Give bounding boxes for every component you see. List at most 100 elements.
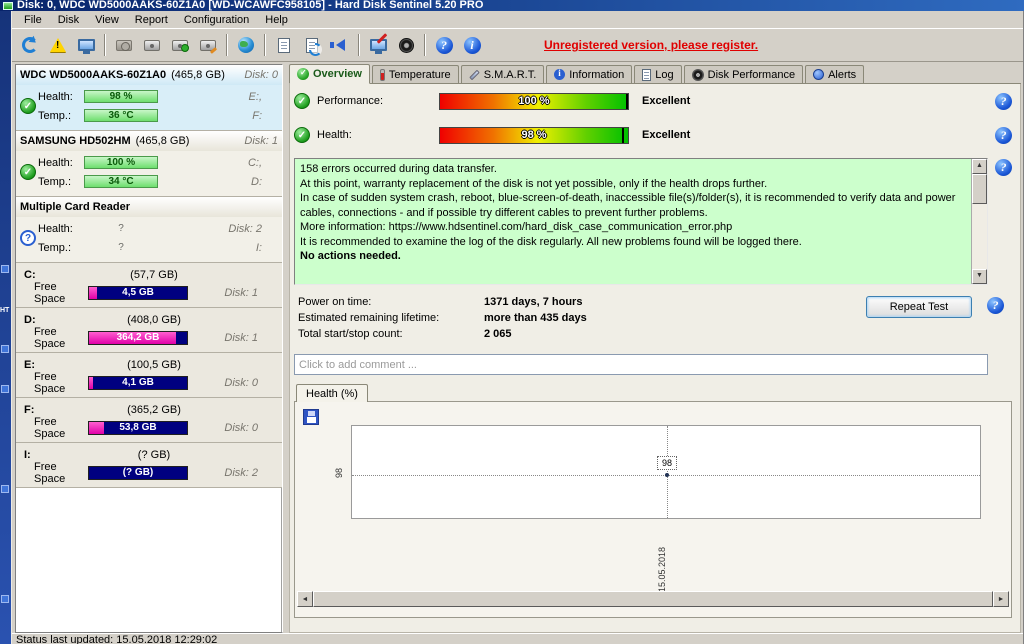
sound-button[interactable] [326, 32, 354, 59]
warning-button[interactable] [44, 32, 72, 59]
partition-item-i[interactable]: I: (? GB) Free Space (? GB) Disk: 2 [16, 443, 282, 488]
temp-label: Temp.: [36, 110, 78, 122]
refresh-report-button[interactable] [298, 32, 326, 59]
partition-letter: F: [20, 404, 90, 416]
desktop-icon[interactable] [1, 385, 9, 393]
scroll-track[interactable] [972, 204, 987, 269]
scroll-thumb[interactable] [972, 174, 987, 204]
refresh-icon [22, 37, 38, 53]
disk-name: WDC WD5000AAKS-60Z1A0 [20, 69, 166, 81]
tab-information[interactable]: Information [546, 65, 632, 83]
help-button[interactable] [430, 32, 458, 59]
desktop-icon[interactable] [1, 485, 9, 493]
power-on-time-value: 1371 days, 7 hours [484, 296, 582, 308]
unregistered-notice[interactable]: Unregistered version, please register. [544, 38, 758, 52]
tab-log[interactable]: Log [634, 65, 681, 83]
help-icon[interactable] [995, 127, 1012, 144]
scroll-up-button[interactable]: ▲ [972, 159, 987, 174]
vertical-scrollbar[interactable]: ▲ ▼ [971, 159, 987, 284]
menu-view[interactable]: View [87, 12, 127, 28]
menu-help[interactable]: Help [257, 12, 296, 28]
report-button[interactable] [270, 32, 298, 59]
tab-alerts[interactable]: Alerts [805, 65, 864, 83]
health-rating: Excellent [642, 129, 690, 141]
health-label: Health: [317, 129, 439, 141]
disk-name: Multiple Card Reader [20, 201, 130, 213]
help-icon[interactable] [995, 159, 1012, 176]
refresh-button[interactable] [16, 32, 44, 59]
disk-icon [692, 69, 704, 81]
disk-item-wdc[interactable]: WDC WD5000AAKS-60Z1A0 (465,8 GB) Disk: 0… [16, 65, 282, 131]
globe-icon [238, 37, 254, 53]
repeat-test-button[interactable]: Repeat Test [866, 296, 972, 318]
chart-data-point[interactable] [665, 473, 669, 477]
monitor-test-button[interactable] [72, 32, 100, 59]
partition-size: (? GB) [90, 449, 218, 461]
health-meter: 98 % [439, 127, 629, 144]
disk-item-samsung[interactable]: SAMSUNG HD502HM (465,8 GB) Disk: 1 Healt… [16, 131, 282, 197]
disk-performance-button[interactable] [392, 32, 420, 59]
scroll-left-button[interactable]: ◄ [297, 591, 313, 607]
free-space-bar: 53,8 GB [88, 421, 188, 435]
remaining-lifetime-value: more than 435 days [484, 312, 587, 324]
scroll-thumb[interactable] [313, 591, 993, 607]
menu-report[interactable]: Report [127, 12, 176, 28]
camera-button[interactable] [110, 32, 138, 59]
menu-disk[interactable]: Disk [50, 12, 87, 28]
drive-letters: I: [256, 242, 262, 254]
status-text-box: 158 errors occurred during data transfer… [294, 158, 988, 285]
help-icon[interactable] [987, 297, 1004, 314]
network-button[interactable] [232, 32, 260, 59]
check-icon [297, 68, 309, 80]
disk-check-button[interactable] [166, 32, 194, 59]
disk-icon [144, 40, 160, 51]
toolbar-separator [424, 34, 426, 56]
tab-disk-performance[interactable]: Disk Performance [684, 65, 803, 83]
window-titlebar[interactable]: Disk: 0, WDC WD5000AAKS-60Z1A0 [WD-WCAWF… [0, 0, 1024, 11]
health-row: Health: 98 % Excellent [294, 126, 1012, 144]
disk-sidebar: WDC WD5000AAKS-60Z1A0 (465,8 GB) Disk: 0… [15, 64, 283, 633]
desktop-icon[interactable] [1, 345, 9, 353]
horizontal-scrollbar[interactable]: ◄ ► [297, 591, 1009, 607]
scroll-down-button[interactable]: ▼ [972, 269, 987, 284]
overview-panel: Performance: 100 % Excellent Health: 98 … [289, 84, 1021, 633]
partition-letter: I: [20, 449, 90, 461]
desktop-icon[interactable] [1, 595, 9, 603]
app-window: File Disk View Report Configuration Help… [11, 11, 1024, 644]
health-label: Health: [36, 91, 78, 103]
partition-item-d[interactable]: D: (408,0 GB) Free Space 364,2 GB Disk: … [16, 308, 282, 353]
tab-overview[interactable]: Overview [289, 64, 370, 84]
tab-temperature[interactable]: Temperature [372, 65, 459, 83]
status-line: 158 errors occurred during data transfer… [300, 162, 965, 177]
partition-item-e[interactable]: E: (100,5 GB) Free Space 4,1 GB Disk: 0 [16, 353, 282, 398]
menu-configuration[interactable]: Configuration [176, 12, 257, 28]
toolbar-separator [358, 34, 360, 56]
partition-item-f[interactable]: F: (365,2 GB) Free Space 53,8 GB Disk: 0 [16, 398, 282, 443]
health-bar: 98 % [84, 90, 158, 103]
free-space-label: Free Space [20, 461, 88, 485]
comment-input[interactable] [294, 354, 988, 375]
health-chart-plot[interactable]: 98 [351, 425, 981, 519]
partition-item-c[interactable]: C: (57,7 GB) Free Space 4,5 GB Disk: 1 [16, 263, 282, 308]
scroll-right-button[interactable]: ► [993, 591, 1009, 607]
toolbar-separator [264, 34, 266, 56]
partition-size: (100,5 GB) [90, 359, 218, 371]
tab-smart[interactable]: S.M.A.R.T. [461, 65, 545, 83]
help-icon[interactable] [995, 93, 1012, 110]
chart-tab-health[interactable]: Health (%) [296, 384, 368, 402]
disk-tools-button[interactable] [138, 32, 166, 59]
menu-file[interactable]: File [16, 12, 50, 28]
performance-meter: 100 % [439, 93, 629, 110]
disk-wrench-button[interactable] [194, 32, 222, 59]
save-chart-button[interactable] [303, 409, 319, 425]
no-action-text: No actions needed. [300, 249, 965, 264]
info-button[interactable] [458, 32, 486, 59]
disk-number: Disk: 0 [224, 422, 258, 434]
disk-number: Disk: 1 [244, 135, 278, 147]
disk-unknown-icon [20, 230, 36, 246]
disk-item-card-reader[interactable]: Multiple Card Reader Health: ? Disk: 2 T… [16, 197, 282, 263]
screen-edit-button[interactable] [364, 32, 392, 59]
drive-letters: C:, [248, 157, 262, 169]
status-line: At this point, warranty replacement of t… [300, 177, 965, 192]
desktop-icon[interactable] [1, 265, 9, 273]
